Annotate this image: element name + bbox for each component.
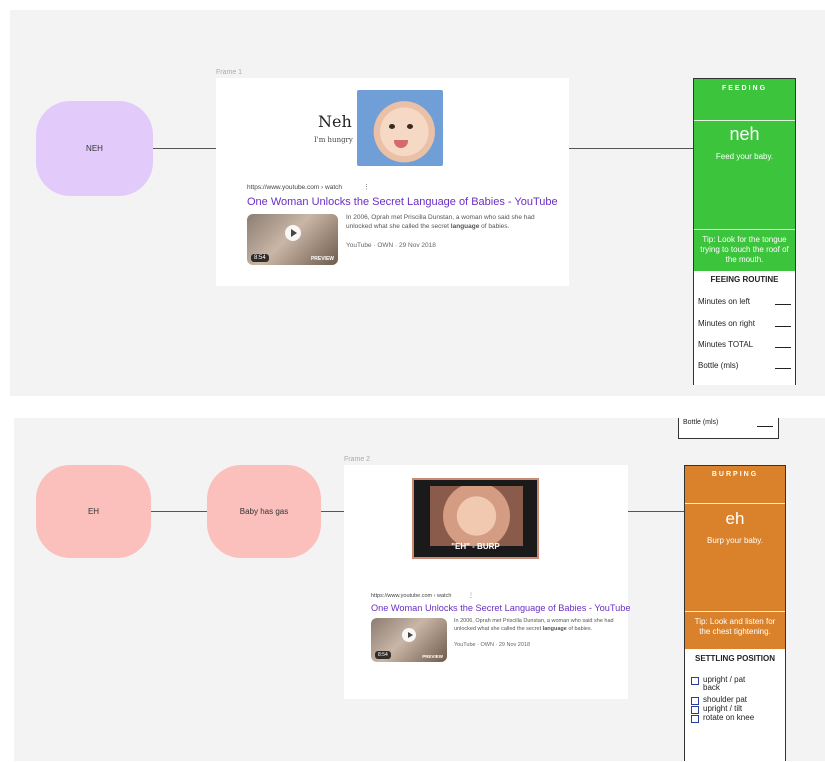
result-title[interactable]: One Woman Unlocks the Secret Language of… (247, 196, 558, 208)
node-neh-label: NEH (86, 144, 103, 153)
result-meta: YouTube · OWN · 29 Nov 2018 (454, 642, 531, 648)
result-url[interactable]: https://www.youtube.com › watch (371, 593, 451, 599)
card-action: Feed your baby. (715, 152, 774, 161)
routine-title: FEEING ROUTINE (710, 275, 779, 284)
card-action: Burp your baby. (707, 536, 763, 545)
video-duration: 8:54 (375, 651, 391, 659)
divider (685, 503, 785, 504)
routine-row-total: Minutes TOTAL (698, 340, 791, 349)
more-options-icon[interactable]: ⋮ (363, 183, 370, 191)
node-baby-has-gas[interactable]: Baby has gas (207, 465, 321, 558)
card-word: neh (729, 124, 760, 144)
play-icon[interactable] (402, 627, 416, 642)
divider (685, 611, 785, 612)
checkbox[interactable] (691, 715, 699, 723)
burping-card[interactable]: BURPING eh Burp your baby. Tip: Look and… (684, 465, 786, 762)
node-eh-label: EH (87, 507, 100, 516)
baby-eye (389, 124, 395, 129)
connector-line (321, 511, 344, 512)
blank-line (757, 426, 773, 427)
gif-caption: "EH" - BURP (451, 542, 500, 551)
card-tip: Tip: Look for the tongue trying to touch… (700, 235, 789, 264)
card-heading: BURPING (711, 471, 759, 478)
video-duration: 8:54 (251, 254, 269, 262)
routine-row-left: Minutes on left (698, 297, 791, 306)
video-thumbnail[interactable]: 8:54 PREVIEW (371, 618, 447, 662)
frame-1[interactable]: Neh I'm hungry https://www.youtube.com ›… (216, 78, 569, 286)
connector-line (569, 148, 693, 149)
node-eh[interactable]: EH (36, 465, 151, 558)
burp-gif: "EH" - BURP (412, 478, 539, 559)
option-rotate-on-knee[interactable]: rotate on knee (691, 713, 754, 723)
divider (694, 120, 795, 121)
baby-photo (357, 90, 443, 166)
checkbox[interactable] (691, 677, 699, 685)
fragment-text: Bottle (mls) (683, 419, 719, 426)
gif-photo (430, 486, 523, 546)
option-upright-pat-back[interactable]: upright / pat back (691, 675, 761, 693)
node-neh[interactable]: NEH (36, 101, 153, 196)
preview-label: PREVIEW (310, 256, 334, 262)
frame-2[interactable]: "EH" - BURP https://www.youtube.com › wa… (344, 465, 630, 699)
card-heading: FEEDING (721, 85, 768, 92)
result-description: In 2006, Oprah met Priscilla Dunstan, a … (346, 214, 535, 231)
blank-line[interactable] (775, 361, 791, 369)
frame-label: Frame 2 (344, 456, 371, 463)
settling-title: SETTLING POSITION (694, 654, 775, 663)
result-url[interactable]: https://www.youtube.com › watch (247, 184, 342, 191)
connector-line (628, 511, 684, 512)
hero-word: Neh (318, 112, 352, 131)
frame-label: Frame 1 (216, 69, 243, 76)
baby-mouth (394, 140, 408, 148)
blank-line[interactable] (775, 297, 791, 305)
result-description: In 2006, Oprah met Priscilla Dunstan, a … (454, 618, 614, 632)
connector-line (153, 148, 216, 149)
routine-row-right: Minutes on right (698, 319, 791, 328)
divider (694, 229, 795, 230)
card-fragment: Bottle (mls) (678, 418, 779, 439)
blank-line[interactable] (775, 340, 791, 348)
checkbox[interactable] (691, 697, 699, 705)
card-tip: Tip: Look and listen for the chest tight… (694, 617, 776, 636)
routine-row-bottle: Bottle (mls) (698, 361, 791, 370)
baby-eye (407, 124, 413, 129)
hero-caption: I'm hungry (314, 136, 353, 144)
node-gas-label: Baby has gas (239, 507, 289, 516)
card-word: eh (725, 509, 745, 528)
routine-section: FEEING ROUTINE Minutes on left Minutes o… (694, 271, 795, 385)
feeding-card[interactable]: FEEDING neh Feed your baby. Tip: Look fo… (693, 78, 796, 385)
blank-line[interactable] (775, 319, 791, 327)
result-meta: YouTube · OWN · 29 Nov 2018 (346, 242, 436, 249)
result-title[interactable]: One Woman Unlocks the Secret Language of… (371, 603, 630, 613)
preview-label: PREVIEW (422, 654, 443, 659)
connector-line (151, 511, 207, 512)
settling-section: SETTLING POSITION upright / pat back sho… (685, 649, 785, 762)
more-options-icon[interactable]: ⋮ (468, 592, 474, 599)
play-icon[interactable] (284, 225, 301, 242)
video-thumbnail[interactable]: 8:54 PREVIEW (247, 214, 338, 265)
checkbox[interactable] (691, 706, 699, 714)
